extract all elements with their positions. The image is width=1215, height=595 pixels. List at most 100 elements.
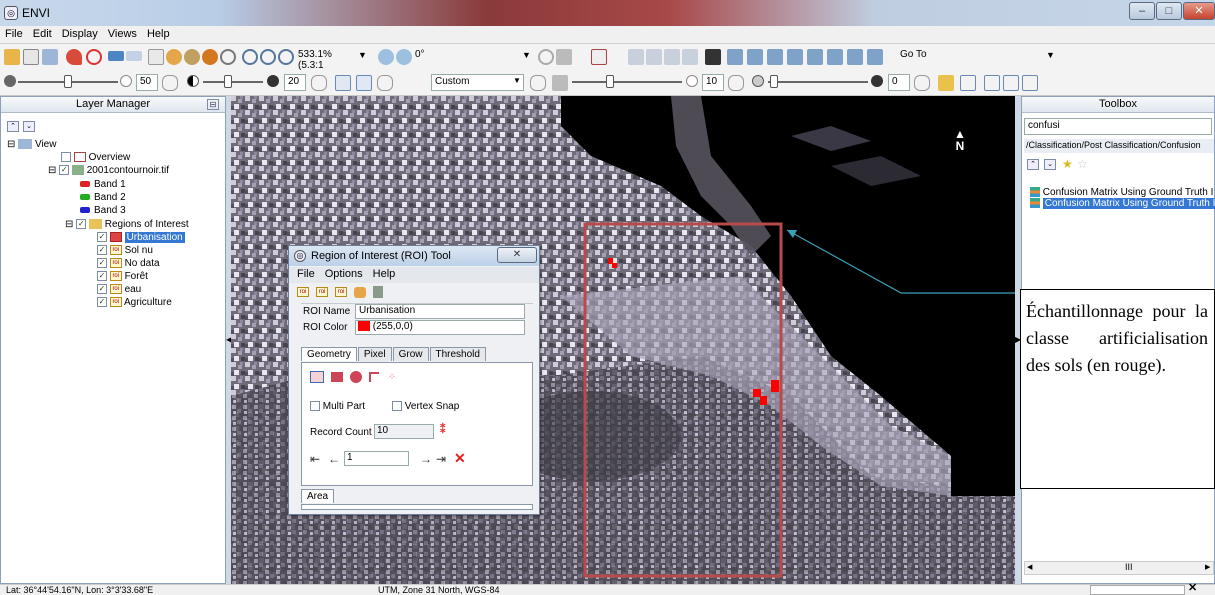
delete-records-icon[interactable]: ⁑: [440, 423, 446, 436]
expand-all-icon[interactable]: ⌃: [7, 121, 19, 132]
view-one-icon[interactable]: [984, 75, 1000, 91]
menu-display[interactable]: Display: [57, 26, 103, 40]
menu-help[interactable]: Help: [142, 26, 175, 40]
regions-checkbox[interactable]: ✓: [76, 219, 87, 230]
sharpen-slider-knob[interactable]: [606, 75, 614, 88]
cursor-value-icon[interactable]: [538, 49, 554, 65]
next-record-icon[interactable]: →: [420, 452, 432, 466]
last-record-icon[interactable]: ⇥: [436, 452, 446, 466]
contrast-slider-knob[interactable]: [224, 75, 232, 88]
rotate-icon[interactable]: [202, 49, 218, 65]
reset-sharpen-icon[interactable]: [728, 75, 744, 91]
line-icon[interactable]: [847, 49, 863, 65]
roi-statistics-icon[interactable]: [373, 286, 384, 299]
roi-menu-file[interactable]: File: [297, 268, 315, 280]
roi-checkbox[interactable]: ✓: [97, 284, 107, 295]
multipart-checkbox[interactable]: [310, 401, 320, 412]
polyline-icon[interactable]: [682, 49, 698, 65]
stretch-type-select[interactable]: Custom: [431, 74, 524, 91]
rotation-field[interactable]: 0°: [412, 48, 442, 65]
rotation-dropdown-icon[interactable]: ▼: [522, 50, 531, 60]
roi-tool-icon[interactable]: [591, 49, 607, 65]
tree-roi-foret[interactable]: ✓ roi Forêt: [97, 271, 148, 282]
toolbox-result-2[interactable]: Confusion Matrix Using Ground Truth I: [1030, 198, 1215, 209]
stretch-dropdown-icon[interactable]: ▼: [513, 76, 521, 85]
transparency-slider[interactable]: [768, 81, 868, 83]
transparency-field[interactable]: 0: [888, 74, 910, 91]
favorites-add-icon[interactable]: ☆: [1077, 157, 1088, 171]
reset-transparency-icon[interactable]: [914, 75, 930, 91]
zoom-dropdown-icon[interactable]: ▼: [358, 50, 367, 60]
first-record-icon[interactable]: ⇤: [310, 452, 320, 466]
record-index-field[interactable]: 1: [344, 451, 409, 466]
sharpen-icon[interactable]: [552, 75, 568, 91]
tab-area[interactable]: Area: [301, 489, 335, 503]
symbol-icon[interactable]: [747, 49, 763, 65]
tree-roi-sol-nu[interactable]: ✓ roi Sol nu: [97, 245, 153, 256]
expand-all-icon[interactable]: ⌃: [1027, 159, 1039, 170]
arrow-annotation-icon[interactable]: [767, 49, 783, 65]
minimize-button[interactable]: –: [1129, 2, 1155, 20]
chart-icon[interactable]: [938, 75, 954, 91]
roi-options-icon[interactable]: roi: [335, 287, 348, 298]
text-annotation-icon[interactable]: [727, 49, 743, 65]
tree-band-1[interactable]: Band 1: [80, 179, 126, 190]
zoom-out-icon[interactable]: [260, 49, 276, 65]
pin-icon[interactable]: [66, 49, 82, 65]
annotation-icon[interactable]: [646, 49, 662, 65]
new-roi-icon[interactable]: roi: [297, 287, 309, 298]
polyline-roi-icon[interactable]: [369, 372, 380, 383]
maximize-button[interactable]: □: [1156, 2, 1182, 20]
zoom-icon[interactable]: [220, 49, 236, 65]
goto-dropdown-icon[interactable]: ▼: [1046, 50, 1055, 60]
tab-pixel[interactable]: Pixel: [357, 347, 392, 361]
transparency-slider-knob[interactable]: [770, 75, 778, 88]
sharpen-slider[interactable]: [572, 81, 682, 83]
linear-stretch-icon[interactable]: [356, 75, 372, 91]
scroll-right-icon[interactable]: ▶: [1205, 563, 1210, 571]
tree-roi-eau[interactable]: ✓ roi eau: [97, 284, 141, 295]
tab-grow[interactable]: Grow: [392, 347, 429, 361]
collapse-all-icon[interactable]: ⌄: [1044, 159, 1056, 170]
back-arrow-icon[interactable]: [108, 51, 124, 61]
roi-menu-options[interactable]: Options: [325, 268, 363, 280]
multipart-option[interactable]: Multi Part: [310, 401, 365, 412]
view-two-icon[interactable]: [1003, 75, 1019, 91]
tree-band-3[interactable]: Band 3: [80, 205, 126, 216]
overview-checkbox[interactable]: [61, 152, 71, 163]
menu-edit[interactable]: Edit: [28, 26, 57, 40]
delete-record-icon[interactable]: ✕: [454, 450, 466, 467]
layer-icon[interactable]: [42, 49, 58, 65]
pin-panel-icon[interactable]: ⊟: [207, 99, 219, 110]
zoom-in-icon[interactable]: [242, 49, 258, 65]
toolbox-search-input[interactable]: confusi: [1024, 118, 1212, 135]
stretch-icon[interactable]: [335, 75, 351, 91]
collapse-all-icon[interactable]: ⌄: [23, 121, 35, 132]
roi-color-field[interactable]: (255,0,0): [355, 320, 525, 335]
data-manager-icon[interactable]: [23, 49, 39, 65]
cancel-process-icon[interactable]: ✕: [1188, 583, 1197, 594]
delete-roi-icon[interactable]: roi: [316, 287, 329, 298]
rectangle-icon[interactable]: [787, 49, 803, 65]
crosshair-icon[interactable]: [86, 49, 102, 65]
menu-file[interactable]: File: [0, 26, 28, 40]
raster-checkbox[interactable]: ✓: [59, 165, 70, 176]
goto-field[interactable]: Go To: [897, 48, 1057, 65]
scroll-thumb[interactable]: III: [1125, 562, 1133, 572]
rectangle-roi-icon[interactable]: [331, 372, 344, 383]
collapse-toggle-icon[interactable]: ⊟: [48, 165, 56, 176]
point-roi-icon[interactable]: ⁘: [388, 372, 396, 382]
tree-view[interactable]: ⊟ View: [7, 139, 56, 150]
roi-menu-help[interactable]: Help: [373, 268, 396, 280]
portal-icon[interactable]: [960, 75, 976, 91]
reset-brightness-icon[interactable]: [162, 75, 178, 91]
measure-icon[interactable]: [705, 49, 721, 65]
roi-checkbox[interactable]: ✓: [97, 258, 107, 269]
collapse-toggle-icon[interactable]: ⊟: [7, 139, 15, 150]
vertex-snap-checkbox[interactable]: [392, 401, 402, 412]
polygon-icon[interactable]: [664, 49, 680, 65]
roi-export-icon[interactable]: [354, 286, 367, 298]
roi-checkbox[interactable]: ✓: [97, 245, 107, 256]
tree-regions-of-interest[interactable]: ⊟ ✓ Regions of Interest: [65, 219, 189, 230]
close-button[interactable]: ✕: [1183, 2, 1215, 20]
